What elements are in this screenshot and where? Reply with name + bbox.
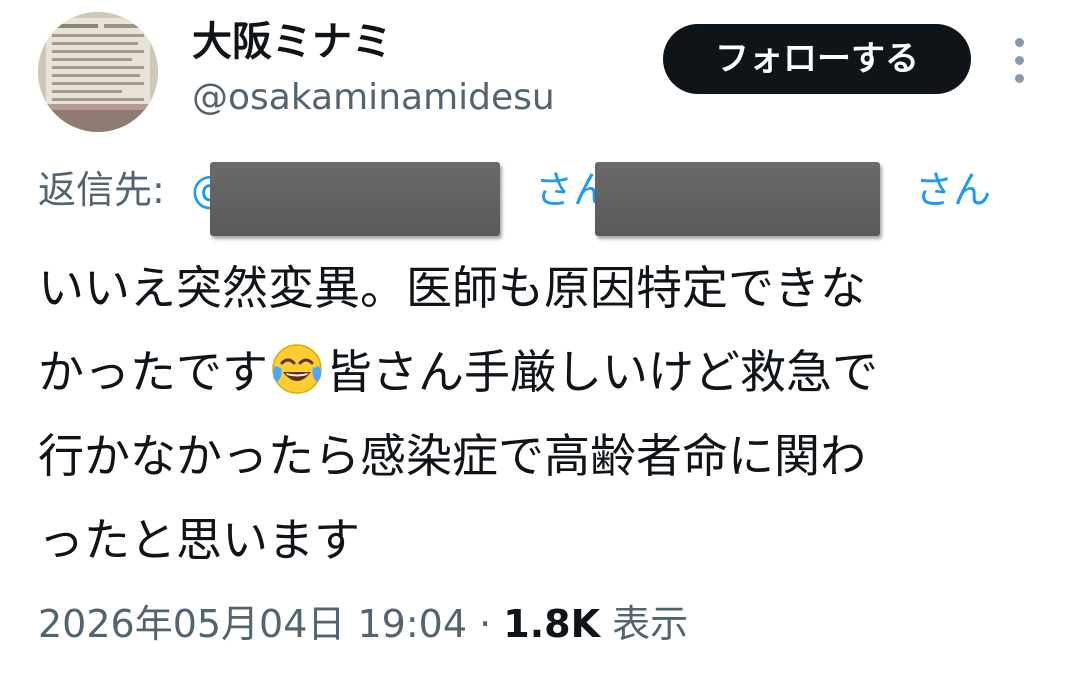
more-dot [1015,38,1024,47]
tweet-text-line: ったと思います [38,513,360,567]
more-dot [1015,74,1024,83]
follow-button[interactable]: フォローする [663,24,971,94]
tweet-text-line: いいえ突然変異。医師も原因特定できな [38,261,866,315]
tweet-text-segment: 皆さん手厳しいけど救急で [326,345,878,399]
tweet-text-line: 行かなかったら感染症で高齢者命に関わ [38,429,866,483]
reply-to-line: 返信先: @ さん、 さん [38,160,1038,220]
tweet-text-segment: かったです [38,345,268,399]
avatar-document-image [38,12,158,132]
more-options-icon[interactable] [1004,38,1034,84]
redaction-box [595,162,880,236]
views-count[interactable]: 1.8K [503,602,600,646]
tweet-meta: 2026年05月04日 19:04 · 1.8K 表示 [38,596,688,652]
tweet-text-line: かったです 皆さん手厳しいけど救急で [38,330,1038,414]
avatar[interactable] [38,12,158,132]
tweet-container: 大阪ミナミ @osakaminamidesu フォローする 返信先: @ さん、… [0,0,1080,684]
meta-separator: · [467,602,504,646]
views-label: 表示 [600,602,689,646]
face-with-tears-of-joy-icon [272,344,322,394]
display-name[interactable]: 大阪ミナミ [192,16,392,68]
more-dot [1015,56,1024,65]
tweet-text: いいえ突然変異。医師も原因特定できな かったです 皆さん手厳しいけど救急で 行か… [38,246,1038,582]
user-handle[interactable]: @osakaminamidesu [192,74,555,122]
mention-suffix-2[interactable]: さん [915,160,991,220]
timestamp[interactable]: 2026年05月04日 19:04 [38,602,467,646]
reply-to-label: 返信先: [38,168,165,212]
redaction-box [210,162,500,236]
